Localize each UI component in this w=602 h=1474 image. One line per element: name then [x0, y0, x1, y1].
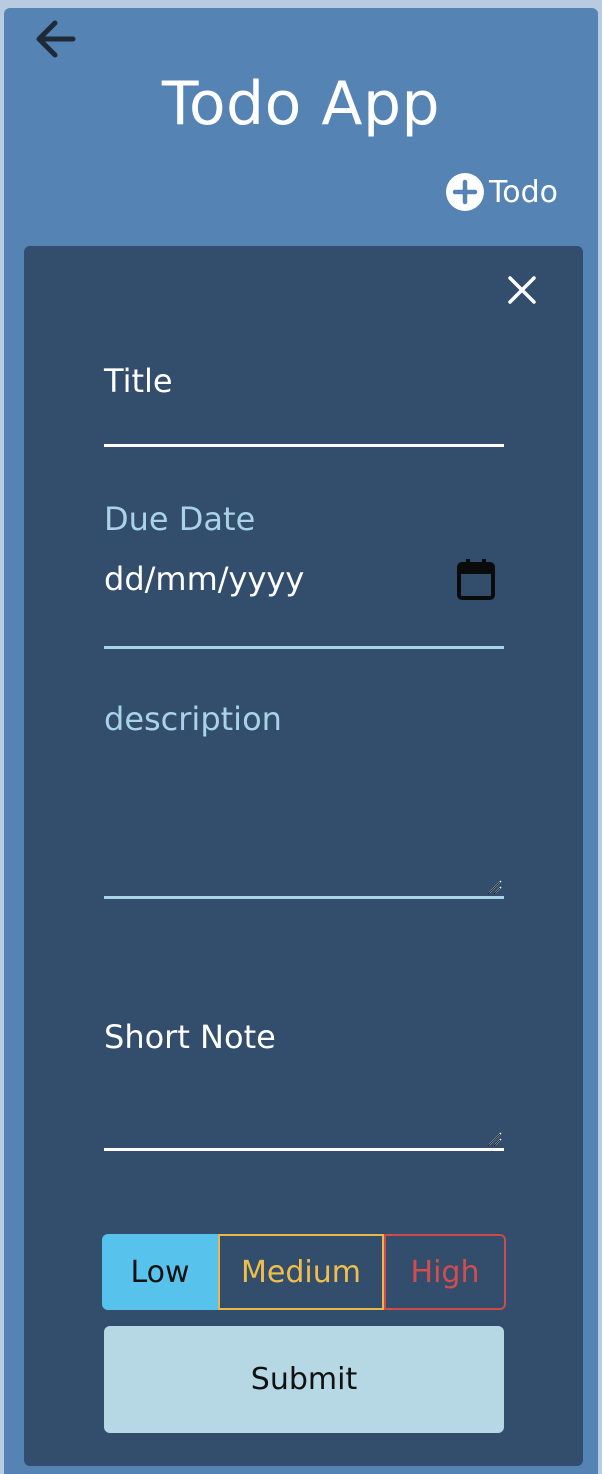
submit-button[interactable]: Submit: [104, 1326, 504, 1433]
resize-handle-icon[interactable]: [488, 1132, 502, 1146]
due-date-label: Due Date: [104, 500, 256, 538]
title-label: Title: [104, 362, 173, 400]
calendar-icon[interactable]: [456, 558, 496, 602]
description-label: description: [104, 700, 282, 738]
plus-circle-icon: [446, 173, 485, 211]
short-note-textarea[interactable]: Short Note: [104, 1014, 504, 1151]
resize-handle-icon[interactable]: [488, 880, 502, 894]
short-note-label: Short Note: [104, 1018, 276, 1056]
close-button[interactable]: [502, 270, 542, 310]
arrow-left-icon: [36, 20, 76, 58]
priority-low-button[interactable]: Low: [102, 1234, 218, 1310]
close-icon: [508, 276, 536, 304]
description-textarea[interactable]: description: [104, 694, 504, 899]
back-button[interactable]: [30, 14, 80, 64]
title-input[interactable]: Title: [104, 358, 504, 447]
due-date-placeholder: dd/mm/yyyy: [104, 560, 305, 598]
priority-selector: Low Medium High: [102, 1234, 506, 1310]
add-todo-label: Todo: [489, 174, 558, 210]
due-date-input[interactable]: Due Date dd/mm/yyyy: [104, 496, 504, 649]
add-todo-button[interactable]: Todo: [445, 172, 558, 212]
priority-high-button[interactable]: High: [384, 1234, 506, 1310]
app-container: Todo App Todo Title Due Date dd/mm/yyyy: [4, 8, 598, 1474]
priority-medium-button[interactable]: Medium: [218, 1234, 384, 1310]
page-title: Todo App: [161, 69, 441, 139]
todo-form-panel: Title Due Date dd/mm/yyyy description Sh…: [24, 246, 583, 1466]
